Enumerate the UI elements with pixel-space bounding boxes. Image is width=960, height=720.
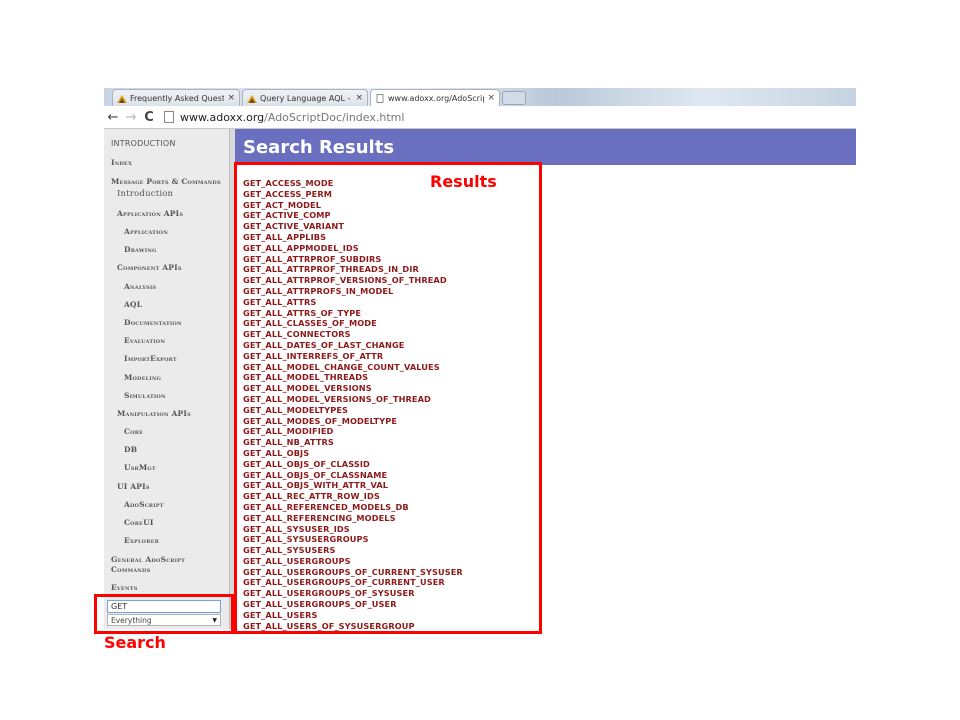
- url-path: /AdoScriptDoc/index.html: [264, 110, 405, 124]
- new-tab-button[interactable]: [502, 91, 526, 105]
- sidebar-item-mp-introduction[interactable]: Introduction: [117, 189, 173, 199]
- sidebar-item-aql[interactable]: AQL: [124, 300, 142, 309]
- close-icon[interactable]: ×: [227, 93, 235, 103]
- tab-label: www.adoxx.org/AdoScript: [388, 93, 485, 103]
- url-host: www.adoxx.org: [180, 110, 265, 124]
- sidebar-item-drawing[interactable]: Drawing: [124, 245, 156, 254]
- sidebar-item-index[interactable]: Index: [111, 158, 132, 167]
- sidebar-item-application[interactable]: Application: [124, 227, 168, 236]
- tab-strip: Frequently Asked Questio × Query Languag…: [104, 88, 856, 106]
- results-highlight-box: [234, 162, 542, 634]
- adoxx-icon: [247, 94, 257, 103]
- sidebar-item-component-apis[interactable]: Component APIs: [117, 263, 182, 272]
- tab-label: Query Language AQL - AD: [260, 93, 352, 103]
- sidebar-item-manipulation-apis[interactable]: Manipulation APIs: [117, 409, 191, 418]
- browser-toolbar: ← → C www.adoxx.org /AdoScriptDoc/index.…: [104, 106, 856, 129]
- sidebar-item-importexport[interactable]: ImportExport: [124, 354, 177, 363]
- sidebar-item-analysis[interactable]: Analysis: [124, 282, 156, 291]
- address-bar[interactable]: www.adoxx.org /AdoScriptDoc/index.html: [164, 111, 404, 124]
- search-annotation-label: Search: [104, 633, 166, 652]
- search-highlight-box: [94, 594, 234, 634]
- sidebar-item-evaluation[interactable]: Evaluation: [124, 336, 165, 345]
- reload-button[interactable]: C: [140, 110, 158, 125]
- back-button[interactable]: ←: [104, 110, 122, 125]
- sidebar-item-introduction[interactable]: INTRODUCTION: [111, 139, 176, 148]
- sidebar-item-modeling[interactable]: Modeling: [124, 373, 161, 382]
- close-icon[interactable]: ×: [355, 93, 363, 103]
- sidebar-item-general-adoscript-commands[interactable]: General AdoScript Commands: [111, 555, 221, 575]
- sidebar-item-explorer[interactable]: Explorer: [124, 536, 159, 545]
- page-title: Search Results: [243, 137, 395, 158]
- sidebar-item-core[interactable]: Core: [124, 427, 143, 436]
- sidebar-item-usrmgt[interactable]: UsrMgt: [124, 463, 156, 472]
- tab-label: Frequently Asked Questio: [130, 93, 225, 103]
- page-banner: Search Results: [235, 129, 856, 165]
- sidebar-item-application-apis[interactable]: Application APIs: [117, 209, 183, 218]
- page-icon: [164, 111, 174, 123]
- results-annotation-label: Results: [430, 172, 497, 191]
- forward-button[interactable]: →: [122, 110, 140, 125]
- tab-faq[interactable]: Frequently Asked Questio ×: [112, 89, 240, 106]
- sidebar-item-ui-apis[interactable]: UI APIs: [117, 482, 150, 491]
- sidebar-item-adoscript[interactable]: AdoScript: [124, 500, 164, 509]
- sidebar-item-documentation[interactable]: Documentation: [124, 318, 182, 327]
- tab-aql[interactable]: Query Language AQL - AD ×: [242, 89, 368, 106]
- close-icon[interactable]: ×: [487, 93, 495, 103]
- adoxx-icon: [117, 94, 127, 103]
- tab-adoscript[interactable]: www.adoxx.org/AdoScript ×: [370, 89, 500, 106]
- sidebar-item-coreui[interactable]: CoreUI: [124, 518, 154, 527]
- sidebar-item-events[interactable]: Events: [111, 583, 138, 592]
- sidebar-item-db[interactable]: DB: [124, 445, 137, 454]
- sidebar-item-simulation[interactable]: Simulation: [124, 391, 166, 400]
- sidebar-item-message-ports[interactable]: Message Ports & Commands: [111, 177, 221, 186]
- sidebar-nav: INTRODUCTION Index Message Ports & Comma…: [104, 129, 230, 629]
- page-icon: [376, 93, 384, 103]
